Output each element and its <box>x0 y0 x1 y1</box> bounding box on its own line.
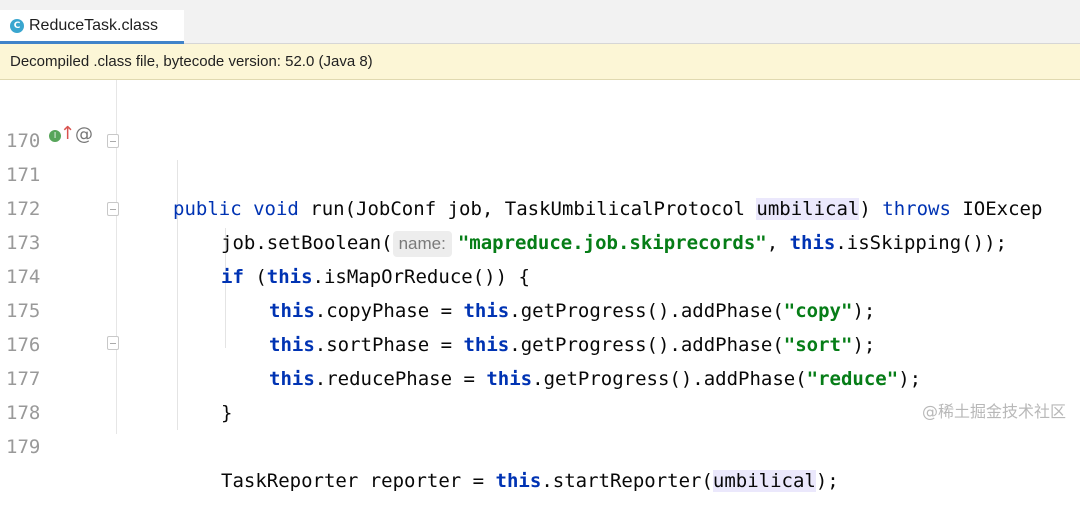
code-line: 178 <box>0 362 1080 424</box>
code-line: 174 this.copyPhase = this.getProgress().… <box>0 226 1080 322</box>
watermark: @稀土掘金技术社区 <box>921 402 1066 421</box>
code-line: 173 if (this.isMapOrReduce()) { <box>0 192 1080 288</box>
code-editor[interactable]: I ↑ @ 170 171 public void run(JobConf jo… <box>0 80 1080 492</box>
tab-reduce-task-class[interactable]: C ReduceTask.class <box>0 10 184 44</box>
decompiled-notice-banner: Decompiled .class file, bytecode version… <box>0 44 1080 80</box>
code-line: 170 <box>0 90 1080 152</box>
class-file-icon: C <box>10 18 24 33</box>
code-line: 175 this.sortPhase = this.getProgress().… <box>0 260 1080 356</box>
code-line: 172 job.setBoolean(name: "mapreduce.job.s… <box>0 158 1080 257</box>
code-text: TaskReporter reporter = this.startReport… <box>221 470 839 492</box>
banner-text: Decompiled .class file, bytecode version… <box>10 53 373 70</box>
identifier-highlight: umbilical <box>712 470 816 492</box>
code-line: 177 } <box>0 328 1080 424</box>
line-number: 179 <box>6 436 41 458</box>
code-line: 176 this.reducePhase = this.getProgress(… <box>0 294 1080 390</box>
tab-label: ReduceTask.class <box>29 16 158 34</box>
code-line: 179 TaskReporter reporter = this.startRe… <box>0 396 1080 492</box>
editor-tab-bar: C ReduceTask.class <box>0 0 1080 44</box>
code-line: 171 public void run(JobConf job, TaskUmb… <box>0 124 1080 220</box>
